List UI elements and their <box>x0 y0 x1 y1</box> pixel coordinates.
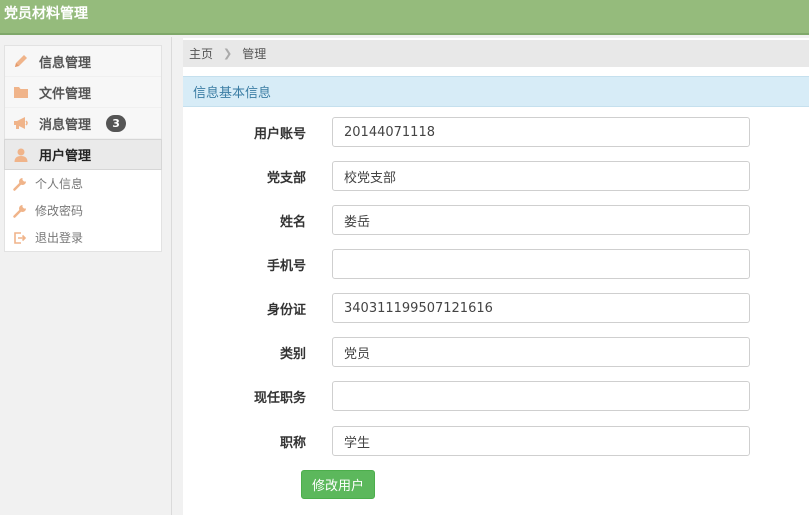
wrench-icon <box>13 204 27 218</box>
panel-title: 信息基本信息 <box>183 76 809 107</box>
field-label: 手机号 <box>266 259 306 274</box>
name-input[interactable] <box>332 205 750 235</box>
sidebar-item-label: 用户管理 <box>39 149 92 164</box>
submenu-item-change-password[interactable]: 修改密码 <box>5 197 161 224</box>
sidebar-item-label: 消息管理 <box>39 117 92 133</box>
submenu-item-label: 个人信息 <box>35 177 84 191</box>
main-content: 主页 ❯ 管理 信息基本信息 用户账号 党支部 姓名 手机号 身份证 类别 现任… <box>183 38 809 515</box>
breadcrumb-home[interactable]: 主页 <box>189 45 213 62</box>
form-row-id-card: 身份证 <box>183 293 809 324</box>
sidebar-item-users[interactable]: 用户管理 <box>4 139 162 170</box>
sidebar-item-messages[interactable]: 消息管理 3 <box>5 108 161 139</box>
user-submenu: 个人信息 修改密码 退出登录 <box>5 170 161 251</box>
top-header: 党员材料管理 <box>0 0 809 35</box>
sidebar-menu: 信息管理 文件管理 消息管理 3 用户管理 个人信息 修改密码 退出登录 <box>4 45 162 252</box>
user-icon <box>13 147 29 163</box>
category-input[interactable] <box>332 337 750 367</box>
breadcrumb-current: 管理 <box>242 47 267 61</box>
app-title: 党员材料管理 <box>4 6 88 22</box>
wrench-icon <box>13 177 27 191</box>
form-row-name: 姓名 <box>183 205 809 236</box>
form-row-title: 职称 <box>183 426 809 457</box>
phone-input[interactable] <box>332 249 750 279</box>
chevron-right-icon: ❯ <box>223 47 233 60</box>
field-label: 党支部 <box>266 171 306 186</box>
folder-icon <box>13 84 29 100</box>
submenu-item-label: 修改密码 <box>35 204 84 218</box>
megaphone-icon <box>13 115 29 131</box>
form-row-category: 类别 <box>183 337 809 368</box>
job-title-input[interactable] <box>332 426 750 456</box>
form-row-branch: 党支部 <box>183 161 809 192</box>
sidebar-item-info[interactable]: 信息管理 <box>5 46 161 77</box>
sidebar-item-label: 文件管理 <box>39 86 92 102</box>
message-count-badge: 3 <box>106 114 127 132</box>
field-label: 身份证 <box>266 303 306 318</box>
field-label: 姓名 <box>279 215 306 230</box>
submenu-item-label: 退出登录 <box>35 231 84 245</box>
field-label: 用户账号 <box>253 127 306 142</box>
sidebar-item-files[interactable]: 文件管理 <box>5 77 161 108</box>
id-card-input[interactable] <box>332 293 750 323</box>
form-row-position: 现任职务 <box>183 381 809 412</box>
form-row-account: 用户账号 <box>183 117 809 148</box>
submenu-item-logout[interactable]: 退出登录 <box>5 224 161 251</box>
breadcrumb: 主页 ❯ 管理 <box>183 40 809 67</box>
field-label: 现任职务 <box>253 391 306 406</box>
pencil-icon <box>13 53 29 69</box>
logout-icon <box>13 231 27 245</box>
branch-input[interactable] <box>332 161 750 191</box>
sidebar-item-label: 信息管理 <box>39 55 92 71</box>
form-row-phone: 手机号 <box>183 249 809 280</box>
field-label: 职称 <box>279 436 306 451</box>
submenu-item-profile[interactable]: 个人信息 <box>5 170 161 197</box>
field-label: 类别 <box>279 347 306 362</box>
account-input[interactable] <box>332 117 750 147</box>
sidebar: 信息管理 文件管理 消息管理 3 用户管理 个人信息 修改密码 退出登录 <box>0 37 172 515</box>
position-input[interactable] <box>332 381 750 411</box>
modify-user-button[interactable]: 修改用户 <box>301 470 375 499</box>
